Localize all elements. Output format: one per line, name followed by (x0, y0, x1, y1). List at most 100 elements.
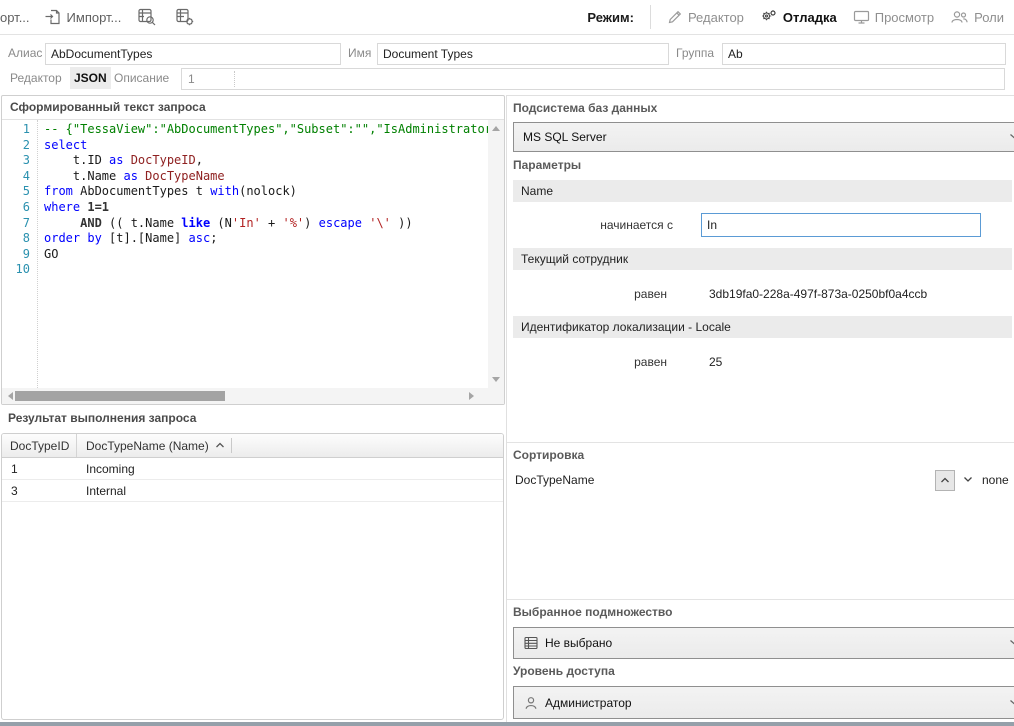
editor-vertical-scrollbar[interactable] (488, 120, 504, 388)
export-button-label: орт... (0, 10, 30, 25)
table-row[interactable]: 1Incoming (2, 458, 503, 480)
mode-debug-label: Отладка (783, 10, 837, 25)
param-name-op-label: начинается с (573, 218, 673, 232)
description-field-divider (234, 71, 235, 87)
table-cell: Internal (77, 480, 126, 501)
scroll-up-icon[interactable] (492, 126, 500, 131)
view-settings-button[interactable] (173, 5, 197, 29)
code-line: select (44, 138, 488, 154)
mode-debug-button[interactable]: Отладка (760, 9, 837, 25)
code-line: GO (44, 247, 488, 263)
tab-json[interactable]: JSON (70, 67, 111, 89)
import-button-label: Импорт... (67, 10, 122, 25)
person-icon (523, 695, 539, 711)
sort-descending-button[interactable] (959, 470, 977, 489)
mode-roles-label: Роли (974, 10, 1004, 25)
results-title: Результат выполнения запроса (8, 411, 196, 425)
import-icon (44, 8, 62, 26)
toolbar-separator (650, 5, 651, 29)
scrollbar-thumb[interactable] (15, 391, 225, 401)
description-input[interactable] (182, 69, 1014, 89)
alias-input[interactable] (45, 43, 341, 65)
subset-title: Выбранное подмножество (513, 605, 672, 619)
import-button[interactable]: Импорт... (44, 8, 122, 26)
code-line: -- {"TessaView":"AbDocumentTypes","Subse… (44, 122, 488, 138)
code-line: where 1=1 (44, 200, 488, 216)
param-locale-bar: Идентификатор локализации - Locale (513, 316, 1012, 338)
chevron-down-icon (1009, 639, 1014, 646)
name-label: Имя (348, 42, 371, 64)
sorting-title: Сортировка (513, 448, 584, 462)
monitor-icon (853, 9, 870, 25)
chevron-down-icon (963, 476, 973, 483)
scroll-right-icon[interactable] (469, 392, 474, 400)
settings-panel: Подсистема баз данных MS SQL Server Пара… (506, 95, 1014, 723)
param-locale-op-label: равен (607, 355, 667, 369)
view-search-button[interactable] (135, 5, 159, 29)
window-bottom-edge (0, 722, 1014, 726)
db-subsystem-combo[interactable]: MS SQL Server (513, 122, 1014, 152)
pencil-icon (667, 9, 683, 25)
code-line: order by [t].[Name] asc; (44, 231, 488, 247)
description-field[interactable] (181, 68, 1005, 90)
access-level-title: Уровень доступа (513, 664, 615, 678)
name-input[interactable] (377, 43, 669, 65)
section-divider (507, 442, 1014, 443)
group-label: Группа (676, 42, 714, 64)
results-table: DocTypeID DocTypeName (Name) 1Incoming3I… (1, 433, 504, 720)
code-line: from AbDocumentTypes t with(nolock) (44, 184, 488, 200)
editor-horizontal-scrollbar[interactable] (2, 388, 488, 404)
toolbar: орт... Импорт... (0, 0, 1014, 35)
table-cell: 3 (2, 480, 77, 501)
results-body: 1Incoming3Internal (2, 458, 503, 502)
sort-field-name: DocTypeName (515, 473, 594, 487)
scroll-down-icon[interactable] (492, 377, 500, 382)
table-icon (523, 635, 539, 651)
parameters-title: Параметры (513, 158, 581, 172)
code-line (44, 262, 488, 278)
column-header-doctypename[interactable]: DocTypeName (Name) (77, 434, 232, 457)
column-divider (231, 438, 232, 453)
line-numbers: 12345678910 (2, 120, 38, 388)
mode-roles-button[interactable]: Роли (950, 9, 1004, 25)
param-employee-value: 3db19fa0-228a-497f-873a-0250bf0a4ccb (709, 287, 927, 301)
section-divider (507, 599, 1014, 600)
column-header-doctypeid[interactable]: DocTypeID (2, 434, 77, 457)
sort-ascending-icon (215, 442, 225, 449)
table-gear-icon (175, 7, 195, 27)
mode-editor-label: Редактор (688, 10, 744, 25)
results-header-row: DocTypeID DocTypeName (Name) (2, 434, 503, 458)
access-level-combo[interactable]: Администратор (513, 686, 1014, 719)
export-button[interactable]: орт... (0, 10, 30, 25)
chevron-down-icon (1009, 699, 1014, 706)
param-employee-bar: Текущий сотрудник (513, 248, 1012, 270)
mode-preview-button[interactable]: Просмотр (853, 9, 934, 25)
table-row[interactable]: 3Internal (2, 480, 503, 502)
chevron-down-icon (1009, 133, 1014, 140)
code-line: t.ID as DocTypeID, (44, 153, 488, 169)
scroll-left-icon[interactable] (8, 392, 13, 400)
scrollbar-corner (488, 388, 504, 404)
description-label: Описание (114, 67, 169, 89)
chevron-up-icon (940, 477, 950, 484)
group-input[interactable] (722, 43, 1006, 65)
query-text-panel: Сформированный текст запроса 12345678910… (1, 95, 505, 405)
subset-combo[interactable]: Не выбрано (513, 627, 1014, 659)
mode-editor-button[interactable]: Редактор (667, 9, 744, 25)
tab-editor[interactable]: Редактор (6, 67, 66, 89)
subset-value: Не выбрано (545, 636, 612, 650)
sort-ascending-button[interactable] (935, 470, 955, 491)
table-cell: Incoming (77, 458, 135, 479)
db-subsystem-title: Подсистема баз данных (513, 101, 657, 115)
sql-editor[interactable]: 12345678910 -- {"TessaView":"AbDocumentT… (2, 120, 488, 388)
param-locale-value: 25 (709, 355, 722, 369)
people-icon (950, 9, 969, 25)
code-lines[interactable]: -- {"TessaView":"AbDocumentTypes","Subse… (38, 120, 488, 388)
param-name-bar: Name (513, 180, 1012, 202)
table-search-icon (137, 7, 157, 27)
mode-label: Режим: (587, 10, 634, 25)
query-text-title: Сформированный текст запроса (2, 96, 504, 120)
param-name-input[interactable] (701, 213, 981, 237)
code-line: t.Name as DocTypeName (44, 169, 488, 185)
view-editor-window: орт... Импорт... (0, 0, 1014, 726)
